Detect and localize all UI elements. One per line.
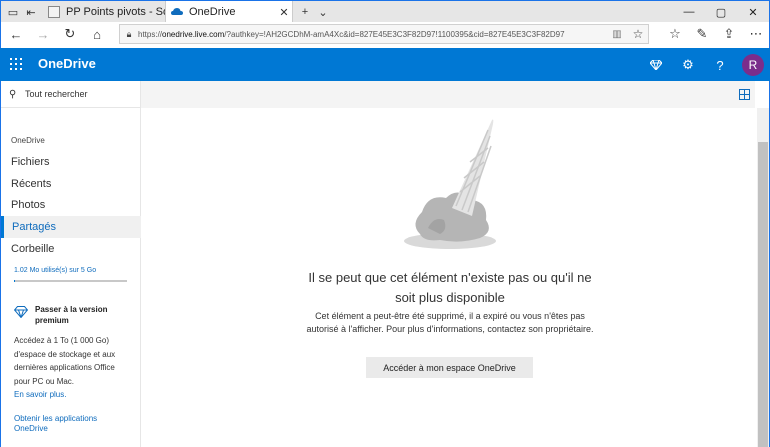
get-apps-link[interactable]: Obtenir les applications OneDrive [14,414,124,434]
maximize-icon[interactable]: ▢ [705,1,737,23]
tab-label: OneDrive [189,6,236,18]
error-title: Il se peut que cet élément n'existe pas … [308,270,592,305]
sidebar-item-partages[interactable]: Partagés [1,216,141,238]
address-bar-row: ← → ↻ ⌂ 🔒︎ https://onedrive.live.com/?au… [0,22,770,46]
close-window-icon[interactable]: ✕ [737,1,769,23]
sidebar-item-photos[interactable]: Photos [1,194,141,216]
left-nav: ⚲ Tout rechercher OneDrive Fichiers Réce… [1,81,141,447]
search-icon: ⚲ [9,88,17,100]
storage-quota-link[interactable]: 1.02 Mo utilisé(s) sur 5 Go [14,267,96,274]
scrollbar-thumb[interactable] [758,142,768,447]
url-text: https://onedrive.live.com/?authkey=!AH2G… [138,29,565,39]
learn-more-link[interactable]: En savoir plus. [14,390,66,399]
chevron-down-icon[interactable]: ⌄ [315,4,331,20]
scrollbar[interactable] [757,108,769,447]
forward-icon[interactable]: → [34,25,52,43]
error-description: Cet élément a peut-être été supprimé, il… [306,311,594,334]
app-header: OneDrive ⚙ ? [0,48,770,81]
sidebar-item-fichiers[interactable]: Fichiers [1,151,141,173]
premium-diamond-icon[interactable] [647,56,665,74]
excel-favicon-icon [48,6,60,18]
close-icon[interactable]: ✕ [276,6,292,19]
new-tab-icon[interactable]: + [297,4,313,20]
grid-view-icon[interactable] [739,89,750,100]
go-to-onedrive-button[interactable]: Accéder à mon espace OneDrive [366,357,533,378]
diamond-icon [13,306,29,321]
storage-quota-fill [14,280,16,282]
more-icon[interactable]: ⋯ [747,25,765,43]
nav-section-label: OneDrive [11,136,45,145]
onedrive-cloud-icon [171,8,183,15]
melted-ice-cream-illustration [404,119,496,249]
star-icon[interactable]: ☆ [628,27,648,41]
app-launcher-icon[interactable] [10,58,22,70]
gear-icon[interactable]: ⚙ [679,56,697,74]
refresh-icon[interactable]: ↻ [61,25,79,43]
browser-tab-bar: ▭ ⇤ PP Points pivots - Solution s OneDri… [0,0,770,23]
premium-title: Passer à la version premium [35,305,108,325]
app-title[interactable]: OneDrive [38,56,96,71]
storage-quota-bar [14,280,127,282]
share-icon[interactable]: ⇪ [720,25,738,43]
search-input[interactable]: ⚲ Tout rechercher [1,81,141,108]
back-icon[interactable]: ← [7,25,25,43]
sidebar-item-recents[interactable]: Récents [1,173,141,195]
favorites-icon[interactable]: ☆ [666,25,684,43]
sidebar-item-corbeille[interactable]: Corbeille [1,238,141,260]
minimize-icon[interactable]: — [673,1,705,23]
tab-label: PP Points pivots - Solution s [66,6,165,18]
reader-icon[interactable]: ▥ [606,29,628,40]
avatar[interactable]: R [742,54,764,76]
tab-manager-icon[interactable]: ▭ [5,4,21,20]
search-placeholder: Tout rechercher [25,89,88,99]
help-icon[interactable]: ? [711,56,729,74]
lock-icon: 🔒︎ [126,28,132,39]
command-bar [141,81,755,108]
home-icon[interactable]: ⌂ [88,25,106,43]
premium-description: Accédez à 1 To (1 000 Go) d'espace de st… [14,336,116,386]
back-tab-icon[interactable]: ⇤ [23,4,39,20]
url-field[interactable]: 🔒︎ https://onedrive.live.com/?authkey=!A… [119,24,649,44]
pen-icon[interactable]: ✎ [693,25,711,43]
tab-inactive[interactable]: PP Points pivots - Solution s [43,1,165,23]
tab-active[interactable]: OneDrive ✕ [165,1,293,23]
